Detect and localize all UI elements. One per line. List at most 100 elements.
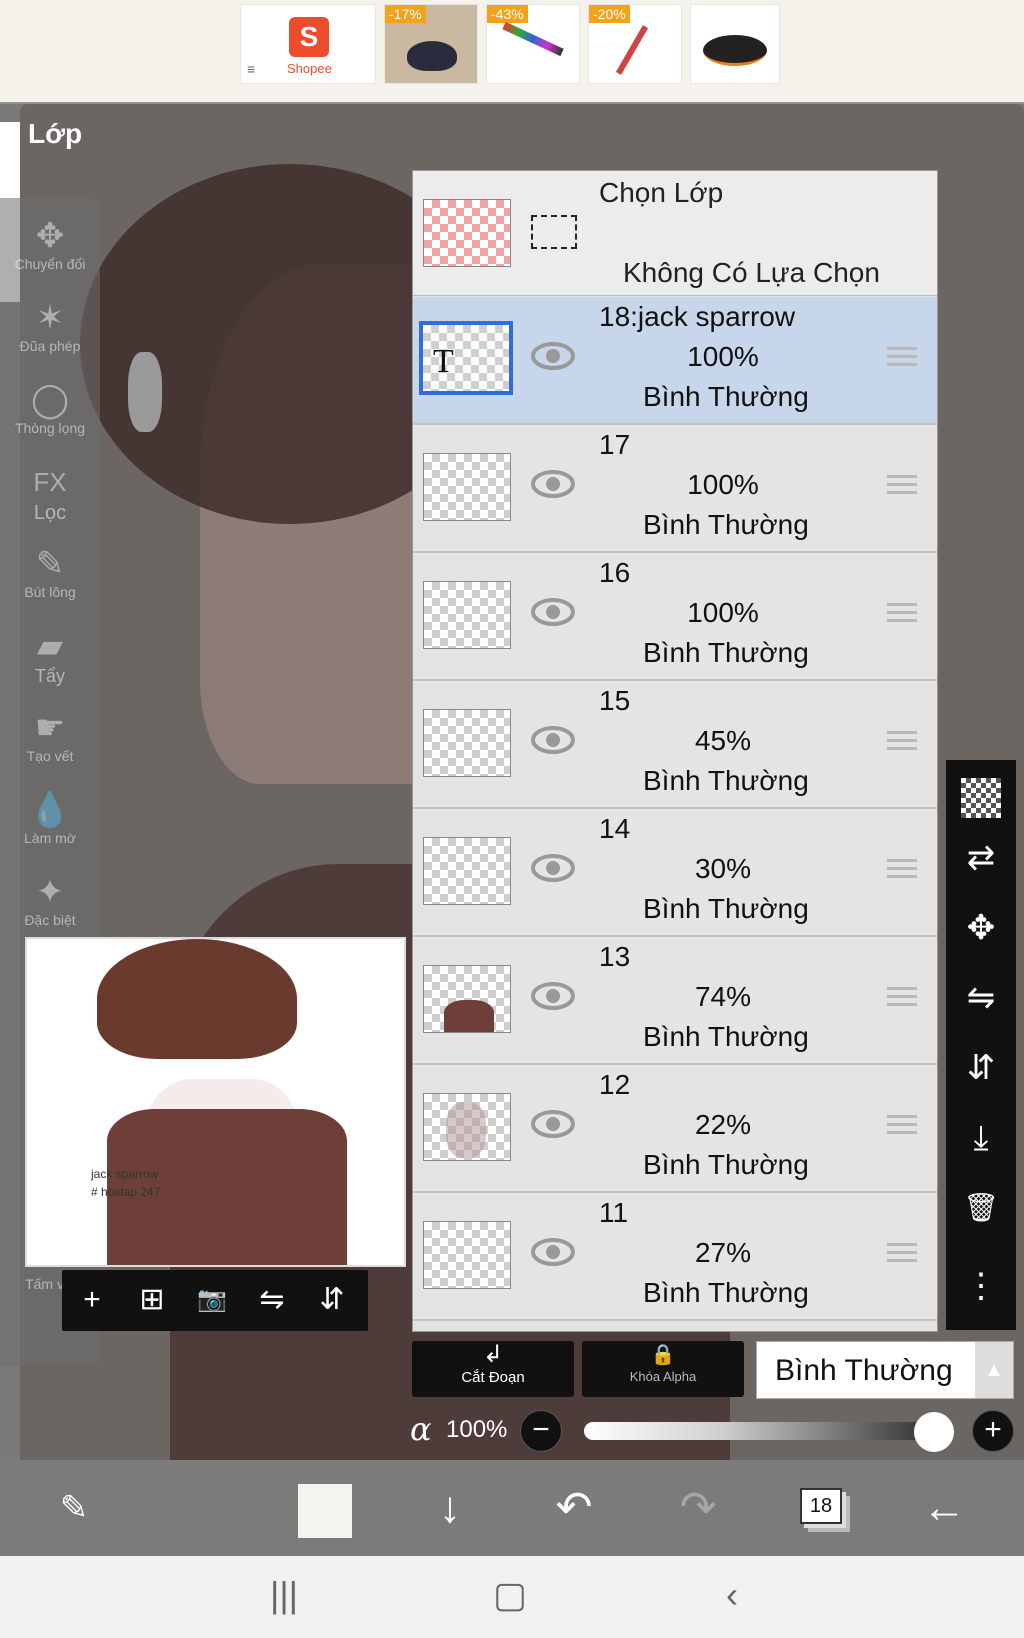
layer-thumbnail xyxy=(423,1221,511,1289)
visibility-eye-icon[interactable] xyxy=(531,853,575,883)
layer-row[interactable]: 13 74% Bình Thường xyxy=(413,937,937,1065)
ad-product-1[interactable]: -17% xyxy=(384,4,478,84)
selection-thumbnail xyxy=(423,199,511,267)
ad-banner[interactable]: ≡ S Shopee -17% -43% -20% xyxy=(0,0,1024,104)
preview-toolbar: + ⊞ 📷 ⇋ ⇵ xyxy=(62,1270,368,1331)
add-layer-icon[interactable]: + xyxy=(70,1278,114,1322)
undo-icon[interactable]: ↶ xyxy=(544,1478,604,1538)
trash-icon[interactable]: 🗑 xyxy=(946,1178,1016,1238)
ad-menu-icon[interactable]: ≡ xyxy=(247,61,255,77)
ad-product-3[interactable]: -20% xyxy=(588,4,682,84)
swap-layer-icon[interactable]: ⇄ xyxy=(946,828,1016,888)
drag-handle-icon[interactable] xyxy=(887,1243,917,1267)
clipping-button[interactable]: ↲ Cắt Đoạn xyxy=(412,1341,574,1397)
decrease-opacity-button[interactable]: − xyxy=(520,1410,562,1452)
opacity-slider[interactable] xyxy=(584,1422,930,1440)
discount-badge: -20% xyxy=(589,5,630,23)
add-copy-icon[interactable]: ⊞ xyxy=(130,1278,174,1322)
layer-row[interactable]: 15 45% Bình Thường xyxy=(413,681,937,809)
increase-opacity-button[interactable]: + xyxy=(972,1410,1014,1452)
layer-row[interactable]: 16 100% Bình Thường xyxy=(413,553,937,681)
layer-thumbnail: T xyxy=(419,321,513,395)
ad-product-2[interactable]: -43% xyxy=(486,4,580,84)
color-swatch[interactable] xyxy=(298,1484,352,1538)
layer-row[interactable]: 17 100% Bình Thường xyxy=(413,425,937,553)
quick-tools-icon[interactable]: ✎ xyxy=(44,1478,104,1538)
drag-handle-icon[interactable] xyxy=(887,1115,917,1139)
layer-opacity: 22% xyxy=(694,1109,752,1140)
canvas-art-highlight xyxy=(128,352,162,432)
smudge-icon: ☛ xyxy=(34,709,66,747)
move-layer-icon[interactable]: ✥ xyxy=(946,898,1016,958)
lasso-icon: ◯ xyxy=(30,381,70,419)
flip-h-layer-icon[interactable]: ⇋ xyxy=(946,968,1016,1028)
tool-magic-wand[interactable]: ✶ Đũa phép xyxy=(6,298,94,354)
tool-lasso[interactable]: ◯ Thòng lọng xyxy=(6,380,94,436)
layer-row[interactable]: 12 22% Bình Thường xyxy=(413,1065,937,1193)
pens-product-image xyxy=(502,21,564,57)
layer-blend-mode: Bình Thường xyxy=(643,1277,809,1308)
tool-label: Làm mờ xyxy=(24,830,76,846)
drag-handle-icon[interactable] xyxy=(887,987,917,1011)
home-icon[interactable]: ▢ xyxy=(480,1570,540,1620)
opacity-slider-knob[interactable] xyxy=(914,1412,954,1452)
layer-row[interactable]: T 18:jack sparrow 100% Bình Thường xyxy=(413,297,937,425)
recent-apps-icon[interactable]: ||| xyxy=(254,1570,314,1620)
ad-product-4[interactable] xyxy=(690,4,780,84)
flip-v-layer-icon[interactable]: ⇵ xyxy=(946,1038,1016,1098)
layer-row[interactable]: 11 27% Bình Thường xyxy=(413,1193,937,1321)
tool-transform[interactable]: ✥ Chuyển đổi xyxy=(6,216,94,272)
drag-handle-icon[interactable] xyxy=(887,475,917,499)
flip-vertical-icon[interactable]: ⇵ xyxy=(310,1278,354,1322)
visibility-eye-icon[interactable] xyxy=(531,341,575,371)
transparency-icon[interactable] xyxy=(946,760,1016,820)
layer-thumbnail xyxy=(423,581,511,649)
layer-thumbnail xyxy=(423,1093,511,1161)
drag-handle-icon[interactable] xyxy=(887,603,917,627)
selection-layer-row[interactable]: Chọn Lớp Không Có Lựa Chọn xyxy=(413,171,937,296)
tool-smudge[interactable]: ☛ Tạo vết xyxy=(6,708,94,764)
layer-row[interactable]: 14 30% Bình Thường xyxy=(413,809,937,937)
layer-blend-mode: Bình Thường xyxy=(643,765,809,796)
layer-thumbnail xyxy=(423,709,511,777)
tool-brush[interactable]: ✎ Bút lông xyxy=(6,544,94,600)
tool-eraser[interactable]: ▰ Tẩy xyxy=(6,626,94,687)
more-icon[interactable]: ⋮ xyxy=(946,1256,1016,1316)
back-arrow-icon[interactable]: ← xyxy=(914,1478,974,1538)
arrow-down-icon[interactable]: ↓ xyxy=(420,1478,480,1538)
tool-special[interactable]: ✦ Đặc biệt xyxy=(6,872,94,928)
flip-horizontal-icon[interactable]: ⇋ xyxy=(250,1278,294,1322)
camera-icon[interactable]: 📷 xyxy=(190,1278,234,1322)
layers-panel[interactable]: Chọn Lớp Không Có Lựa Chọn T 18:jack spa… xyxy=(412,170,938,1332)
drag-handle-icon[interactable] xyxy=(887,347,917,371)
visibility-eye-icon[interactable] xyxy=(531,597,575,627)
layer-opacity: 74% xyxy=(694,981,752,1012)
layer-name: 12 xyxy=(599,1069,631,1100)
drag-handle-icon[interactable] xyxy=(887,731,917,755)
reference-preview[interactable]: jack sparrow # hoidap 247 xyxy=(25,937,406,1267)
blend-mode-select[interactable]: Bình Thường ▲ xyxy=(756,1341,1014,1399)
tool-label: Thòng lọng xyxy=(14,420,86,436)
visibility-eye-icon[interactable] xyxy=(531,1237,575,1267)
layer-name: 16 xyxy=(599,557,631,588)
alpha-lock-button[interactable]: 🔒 Khóa Alpha xyxy=(582,1341,744,1397)
visibility-eye-icon[interactable] xyxy=(531,725,575,755)
layer-blend-mode: Bình Thường xyxy=(643,509,809,540)
visibility-eye-icon[interactable] xyxy=(531,1109,575,1139)
opacity-control: α 100% − + xyxy=(408,1406,1024,1458)
merge-down-icon[interactable]: ⤓ xyxy=(946,1108,1016,1168)
layers-count-icon[interactable]: 18 xyxy=(800,1488,842,1524)
special-icon: ✦ xyxy=(35,873,65,911)
shopee-ad-tile[interactable]: ≡ S Shopee xyxy=(240,4,376,84)
drag-handle-icon[interactable] xyxy=(887,859,917,883)
bottom-toolbar: ✎ ↓ ↶ ↷ 18 ← xyxy=(0,1460,1024,1556)
visibility-eye-icon[interactable] xyxy=(531,981,575,1011)
tool-blur[interactable]: 💧 Làm mờ xyxy=(6,790,94,846)
layer-opacity: 100% xyxy=(687,469,759,500)
tool-label: Bút lông xyxy=(24,584,76,600)
chevron-up-icon: ▲ xyxy=(975,1342,1013,1398)
redo-icon[interactable]: ↷ xyxy=(668,1478,728,1538)
tool-filter[interactable]: FX Lọc xyxy=(6,462,94,525)
nav-back-icon[interactable]: ‹ xyxy=(702,1570,762,1620)
visibility-eye-icon[interactable] xyxy=(531,469,575,499)
